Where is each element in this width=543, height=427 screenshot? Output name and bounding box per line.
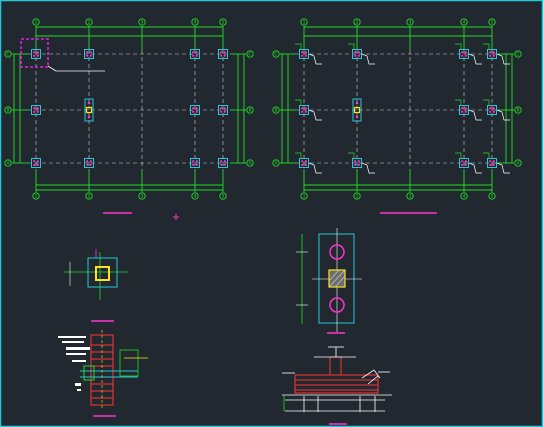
svg-text:5: 5 — [491, 194, 494, 200]
svg-text:B: B — [516, 108, 519, 114]
svg-text:1: 1 — [35, 20, 38, 26]
svg-text:3: 3 — [409, 20, 412, 26]
svg-text:2: 2 — [356, 20, 359, 26]
svg-text:B: B — [248, 108, 251, 114]
svg-text:4: 4 — [463, 20, 466, 26]
svg-text:5: 5 — [491, 20, 494, 26]
svg-text:C: C — [248, 52, 251, 58]
svg-text:C: C — [274, 52, 277, 58]
svg-text:4: 4 — [194, 194, 197, 200]
svg-text:1: 1 — [303, 194, 306, 200]
svg-text:3: 3 — [409, 194, 412, 200]
svg-text:3: 3 — [141, 20, 144, 26]
cad-drawing-viewport[interactable]: 1122334455C CB BA A 1122334455C CB BA A — [0, 0, 543, 427]
svg-text:2: 2 — [356, 194, 359, 200]
svg-text:3: 3 — [141, 194, 144, 200]
svg-text:4: 4 — [194, 20, 197, 26]
svg-text:C: C — [6, 52, 9, 58]
svg-text:4: 4 — [463, 194, 466, 200]
svg-text:5: 5 — [222, 20, 225, 26]
svg-text:B: B — [6, 108, 9, 114]
svg-text:B: B — [274, 108, 277, 114]
svg-text:2: 2 — [88, 194, 91, 200]
model-space-background — [0, 0, 543, 427]
svg-text:1: 1 — [303, 20, 306, 26]
svg-text:2: 2 — [88, 20, 91, 26]
svg-text:1: 1 — [35, 194, 38, 200]
svg-text:C: C — [516, 52, 519, 58]
svg-text:5: 5 — [222, 194, 225, 200]
